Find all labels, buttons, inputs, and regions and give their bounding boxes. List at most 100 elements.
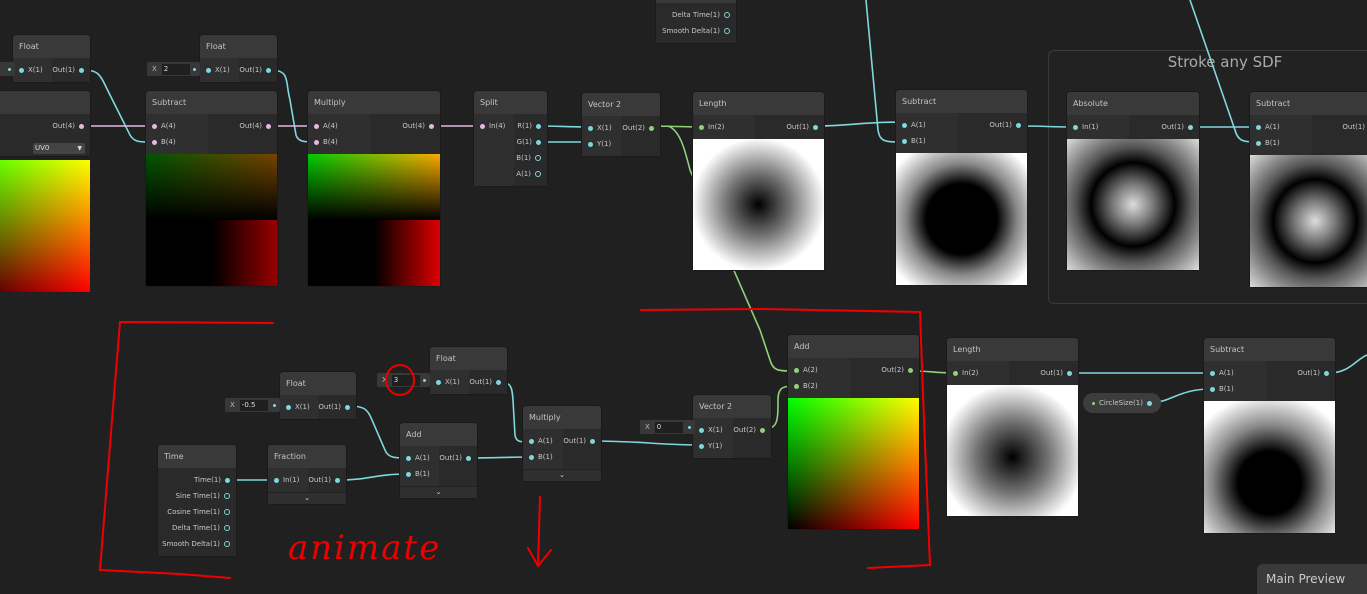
port-dot-icon[interactable] bbox=[902, 138, 907, 144]
port-dot-icon[interactable] bbox=[436, 379, 441, 385]
output-port[interactable]: Time(1) bbox=[158, 472, 236, 488]
node-title[interactable]: Vector 2 bbox=[693, 395, 771, 418]
port-dot-icon[interactable] bbox=[206, 67, 211, 73]
multiply-node[interactable]: Multiply A(1) B(1) Out(1) ⌄ bbox=[523, 406, 601, 481]
input-port[interactable]: A(1) bbox=[1250, 119, 1312, 135]
input-port[interactable]: A(1) bbox=[400, 450, 439, 466]
vector-2-node[interactable]: Vector 2 X(1) Y(1) Out(2) bbox=[582, 93, 660, 156]
port-dot-icon[interactable] bbox=[1146, 400, 1152, 406]
port-dot-icon[interactable] bbox=[224, 525, 230, 531]
node-title[interactable] bbox=[0, 91, 90, 114]
port-dot-icon[interactable] bbox=[1016, 122, 1021, 128]
output-port[interactable]: Out(1) bbox=[308, 472, 346, 488]
output-port[interactable]: Out(1) bbox=[439, 450, 477, 466]
port-dot-icon[interactable] bbox=[813, 124, 818, 130]
edge-wire[interactable] bbox=[592, 440, 701, 446]
port-dot-icon[interactable] bbox=[1067, 370, 1072, 376]
main-preview-panel[interactable]: Main Preview bbox=[1257, 564, 1367, 594]
output-port[interactable]: Out(1) bbox=[239, 62, 277, 78]
port-dot-icon[interactable] bbox=[1256, 140, 1261, 146]
port-dot-icon[interactable] bbox=[496, 379, 501, 385]
input-port[interactable]: In(2) bbox=[693, 119, 755, 135]
input-port[interactable]: B(1) bbox=[400, 466, 439, 482]
port-dot-icon[interactable] bbox=[699, 443, 704, 449]
node-title[interactable]: Float bbox=[430, 347, 507, 370]
port-dot-icon[interactable] bbox=[902, 122, 907, 128]
input-port[interactable]: A(1) bbox=[523, 433, 563, 449]
port-dot-icon[interactable] bbox=[1188, 124, 1193, 130]
output-port[interactable]: Out(1) bbox=[52, 62, 90, 78]
node-title[interactable]: Add bbox=[400, 423, 477, 446]
input-port[interactable]: B(1) bbox=[523, 449, 563, 465]
node-title[interactable]: Absolute bbox=[1067, 92, 1199, 115]
port-dot-icon[interactable] bbox=[266, 67, 271, 73]
port-dot-icon[interactable] bbox=[699, 124, 704, 130]
input-port[interactable]: A(4) bbox=[308, 118, 370, 134]
circlesize-property-node[interactable]: CircleSize(1) bbox=[1083, 393, 1161, 413]
float-node[interactable]: Float X(1) Out(1) bbox=[13, 35, 90, 82]
input-port[interactable]: B(4) bbox=[146, 134, 208, 150]
output-port[interactable]: Out(4) bbox=[208, 118, 277, 134]
input-port[interactable]: In(4) bbox=[474, 118, 514, 134]
port-dot-icon[interactable] bbox=[1073, 124, 1078, 130]
float-input-field[interactable]: X3 bbox=[377, 373, 430, 387]
output-port[interactable]: B(1) bbox=[514, 150, 547, 166]
output-port[interactable]: Out(1) bbox=[469, 374, 507, 390]
port-dot-icon[interactable] bbox=[466, 455, 471, 461]
port-dot-icon[interactable] bbox=[588, 141, 593, 147]
node-title[interactable]: Multiply bbox=[308, 91, 440, 114]
port-dot-icon[interactable] bbox=[286, 404, 291, 410]
output-port[interactable]: Sine Time(1) bbox=[158, 488, 236, 504]
port-dot-icon[interactable] bbox=[152, 123, 157, 129]
port-dot-icon[interactable] bbox=[274, 477, 279, 483]
field-value[interactable]: 2 bbox=[161, 63, 190, 75]
port-dot-icon[interactable] bbox=[536, 123, 541, 129]
edge-wire[interactable] bbox=[82, 69, 149, 143]
output-port[interactable]: G(1) bbox=[514, 134, 547, 150]
node-title[interactable]: Float bbox=[13, 35, 90, 58]
add-node[interactable]: Add A(2) B(2) Out(2) bbox=[788, 335, 919, 529]
node-title[interactable]: Fraction bbox=[268, 445, 346, 468]
port-dot-icon[interactable] bbox=[19, 67, 24, 73]
collapse-chevron-down-icon[interactable]: ⌄ bbox=[268, 492, 346, 504]
port-dot-icon[interactable] bbox=[699, 427, 704, 433]
port-dot-icon[interactable] bbox=[429, 123, 434, 129]
port-dot-icon[interactable] bbox=[1210, 386, 1215, 392]
output-port[interactable]: R(1) bbox=[514, 118, 547, 134]
port-dot-icon[interactable] bbox=[535, 155, 541, 161]
output-port[interactable]: Out(1) bbox=[958, 117, 1027, 133]
output-port[interactable]: Out(4) bbox=[0, 118, 90, 134]
output-port[interactable]: Smooth Delta(1) bbox=[158, 536, 236, 552]
output-port[interactable]: Out(1) bbox=[1266, 365, 1335, 381]
input-port[interactable]: X(1) bbox=[582, 120, 622, 136]
node-title[interactable]: Multiply bbox=[523, 406, 601, 429]
multiply-node[interactable]: Multiply A(4) B(4) Out(4) bbox=[308, 91, 440, 286]
collapse-chevron-down-icon[interactable]: ⌄ bbox=[523, 469, 601, 481]
node-title[interactable]: Float bbox=[200, 35, 277, 58]
node-title[interactable]: Add bbox=[788, 335, 919, 358]
port-dot-icon[interactable] bbox=[314, 139, 319, 145]
output-port[interactable]: Cosine Time(1) bbox=[158, 504, 236, 520]
edge-wire[interactable] bbox=[337, 473, 409, 481]
edge-wire[interactable] bbox=[469, 456, 531, 459]
vector-2-node[interactable]: Vector 2 X(1) Y(1) Out(2) bbox=[693, 395, 771, 458]
subtract-node[interactable]: Subtract A(1) B(1) Out(1) bbox=[1250, 92, 1367, 287]
port-dot-icon[interactable] bbox=[406, 455, 411, 461]
length-node[interactable]: Length In(2) Out(1) bbox=[947, 338, 1078, 516]
port-dot-icon[interactable] bbox=[335, 477, 340, 483]
output-port[interactable]: Out(1) bbox=[1312, 119, 1367, 135]
input-port[interactable]: B(2) bbox=[788, 378, 850, 394]
field-value[interactable]: 3 bbox=[391, 374, 420, 386]
input-port[interactable]: B(4) bbox=[308, 134, 370, 150]
input-port[interactable]: B(1) bbox=[1250, 135, 1312, 151]
float-input-field-clipped[interactable] bbox=[0, 62, 15, 76]
output-port[interactable]: Out(1) bbox=[1009, 365, 1078, 381]
port-dot-icon[interactable] bbox=[266, 123, 271, 129]
float-node[interactable]: Float X(1) Out(1) bbox=[430, 347, 507, 394]
port-dot-icon[interactable] bbox=[760, 427, 765, 433]
field-value[interactable]: 0 bbox=[654, 421, 683, 433]
input-port[interactable]: A(4) bbox=[146, 118, 208, 134]
input-port[interactable]: A(2) bbox=[788, 362, 850, 378]
node-title[interactable]: Subtract bbox=[1250, 92, 1367, 115]
output-port[interactable]: Out(1) bbox=[755, 119, 824, 135]
